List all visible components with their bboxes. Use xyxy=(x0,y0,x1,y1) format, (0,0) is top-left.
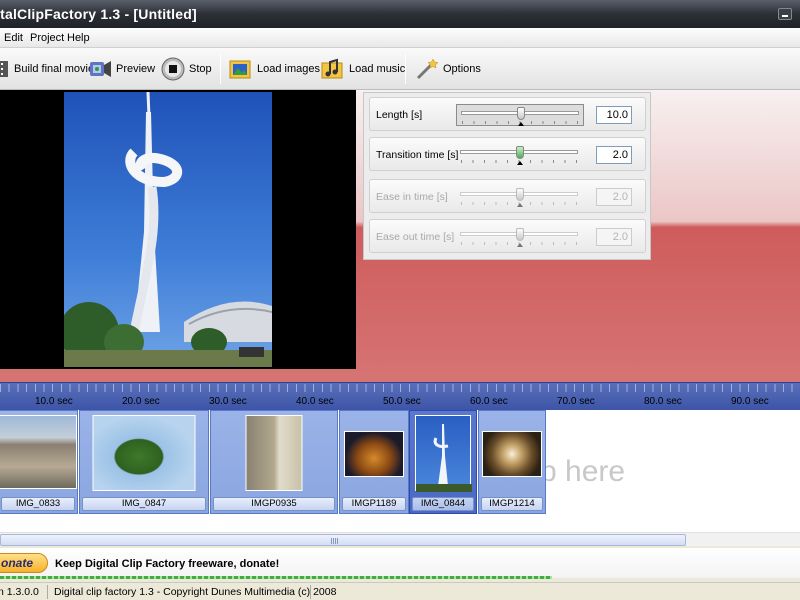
length-slider-thumb[interactable] xyxy=(517,107,525,120)
timeline-ruler[interactable]: 10.0 sec 20.0 sec 30.0 sec 40.0 sec 50.0… xyxy=(0,382,800,410)
donate-button[interactable]: onate xyxy=(0,553,48,573)
tick-label: 90.0 sec xyxy=(731,396,769,407)
clip-thumbnail xyxy=(245,415,303,491)
film-icon xyxy=(0,57,10,81)
clip-thumbnail xyxy=(92,415,196,491)
clip-caption: IMG_0833 xyxy=(1,497,75,511)
clip-caption: IMGP1189 xyxy=(342,497,406,511)
toolbar-separator xyxy=(220,54,221,84)
music-icon xyxy=(321,57,345,81)
clip-item[interactable]: IMGP1189 xyxy=(339,410,409,514)
toolbar: Build final movie Preview Stop Load imag… xyxy=(0,48,800,90)
clip-item[interactable]: IMG_0833 xyxy=(0,410,78,514)
ease-out-slider-thumb xyxy=(516,228,524,241)
menu-bar: Edit Project Help xyxy=(0,28,800,48)
tick-label: 50.0 sec xyxy=(383,396,421,407)
clip-thumbnail xyxy=(344,431,404,477)
images-icon xyxy=(229,57,253,81)
options-button[interactable]: Options xyxy=(415,54,481,84)
clip-caption: IMG_0844 xyxy=(412,497,474,511)
ease-out-slider xyxy=(458,228,582,247)
tick-label: 40.0 sec xyxy=(296,396,334,407)
transition-slider-thumb[interactable] xyxy=(516,146,524,159)
tick-label: 80.0 sec xyxy=(644,396,682,407)
clip-item[interactable]: IMG_0847 xyxy=(79,410,209,514)
ease-out-input: 2.0 xyxy=(596,228,632,246)
transition-label: Transition time [s] xyxy=(376,149,459,161)
clip-thumbnail xyxy=(482,431,542,477)
menu-edit[interactable]: Edit xyxy=(4,32,23,44)
donate-bar: onate Keep Digital Clip Factory freeware… xyxy=(0,548,800,578)
tick-label: 60.0 sec xyxy=(470,396,508,407)
settings-panel: Length [s] 10.0 Transition time [s] 2.0 … xyxy=(363,92,651,260)
length-input[interactable]: 10.0 xyxy=(596,106,632,124)
scrollbar-grip-icon xyxy=(331,538,339,544)
window-title: italClipFactory 1.3 - [Untitled] xyxy=(0,6,197,22)
preview-image xyxy=(64,92,272,367)
drop-hint: p here xyxy=(540,455,626,488)
clip-caption: IMGP1214 xyxy=(481,497,543,511)
build-movie-button[interactable]: Build final movie xyxy=(0,54,94,84)
tick-label: 20.0 sec xyxy=(122,396,160,407)
clip-caption: IMG_0847 xyxy=(82,497,206,511)
progress-bar xyxy=(0,576,552,579)
ease-in-slider-thumb xyxy=(516,188,524,201)
load-images-button[interactable]: Load images xyxy=(229,54,320,84)
tick-label: 30.0 sec xyxy=(209,396,247,407)
load-music-label: Load music xyxy=(349,63,406,75)
ease-in-input: 2.0 xyxy=(596,188,632,206)
scrollbar-thumb[interactable] xyxy=(0,534,686,546)
stop-button[interactable]: Stop xyxy=(161,54,212,84)
ease-in-row: Ease in time [s] 2.0 xyxy=(369,179,646,213)
clip-caption: IMGP0935 xyxy=(213,497,335,511)
clip-item-selected[interactable]: IMG_0844 xyxy=(409,410,477,514)
clip-thumbnail xyxy=(415,415,472,492)
ease-out-label: Ease out time [s] xyxy=(376,231,455,243)
ease-out-row: Ease out time [s] 2.0 xyxy=(369,219,646,253)
clip-item[interactable]: IMGP0935 xyxy=(210,410,338,514)
status-version: n 1.3.0.0 xyxy=(0,586,39,598)
preview-label: Preview xyxy=(116,63,156,75)
length-label: Length [s] xyxy=(376,109,423,121)
length-row: Length [s] 10.0 xyxy=(369,97,646,131)
donate-message: Keep Digital Clip Factory freeware, dona… xyxy=(55,558,280,570)
status-copyright: Digital clip factory 1.3 - Copyright Dun… xyxy=(54,586,337,598)
tick-label: 10.0 sec xyxy=(35,396,73,407)
load-images-label: Load images xyxy=(257,63,320,75)
options-wand-icon xyxy=(415,57,439,81)
preview-area xyxy=(0,90,356,369)
ease-in-slider xyxy=(458,188,582,207)
clip-strip[interactable]: p here IMG_0833 IMG_0847 IMGP0935 IMGP11… xyxy=(0,410,800,534)
ease-in-label: Ease in time [s] xyxy=(376,191,448,203)
transition-row: Transition time [s] 2.0 xyxy=(369,137,646,171)
toolbar-separator-2 xyxy=(405,54,406,84)
options-label: Options xyxy=(443,63,481,75)
stop-label: Stop xyxy=(189,63,212,75)
preview-button[interactable]: Preview xyxy=(88,54,155,84)
stop-icon xyxy=(161,57,185,81)
status-bar: n 1.3.0.0 Digital clip factory 1.3 - Cop… xyxy=(0,582,800,600)
menu-project[interactable]: Project xyxy=(30,32,64,44)
menu-help[interactable]: Help xyxy=(67,32,90,44)
load-music-button[interactable]: Load music xyxy=(321,54,405,84)
minimize-icon[interactable] xyxy=(778,8,792,20)
preview-icon xyxy=(88,57,112,81)
clip-thumbnail xyxy=(0,415,77,489)
clip-item[interactable]: IMGP1214 xyxy=(478,410,546,514)
tick-label: 70.0 sec xyxy=(557,396,595,407)
build-movie-label: Build final movie xyxy=(14,63,95,75)
horizontal-scrollbar[interactable] xyxy=(0,532,800,546)
transition-slider[interactable] xyxy=(458,146,582,165)
transition-input[interactable]: 2.0 xyxy=(596,146,632,164)
main-area: Length [s] 10.0 Transition time [s] 2.0 … xyxy=(0,90,800,382)
title-bar: italClipFactory 1.3 - [Untitled] xyxy=(0,0,800,28)
length-slider[interactable] xyxy=(456,104,584,126)
